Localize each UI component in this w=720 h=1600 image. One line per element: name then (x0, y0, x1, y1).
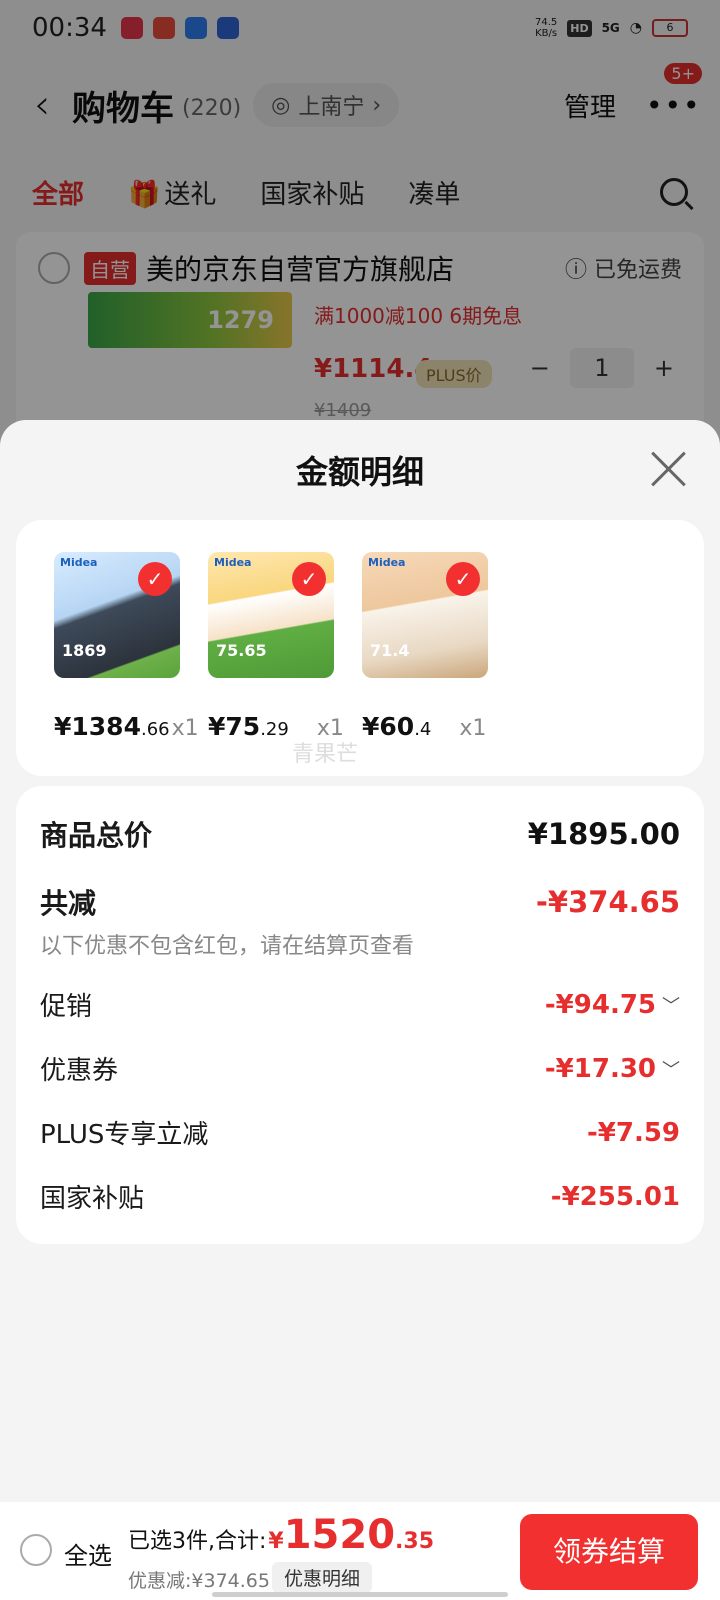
product-item[interactable]: Midea 1869 ✓ ¥1384.66 x1 (54, 552, 199, 741)
coupon-value-wrap: -¥17.30 ﹀ (545, 1054, 680, 1084)
thumb-price: 75.65 (216, 641, 267, 660)
promo-value: -¥94.75 (544, 989, 656, 1020)
chevron-down-icon: ﹀ (662, 1059, 680, 1081)
close-icon[interactable] (650, 450, 688, 488)
plus-value: -¥7.59 (586, 1117, 680, 1148)
sheet-title: 金额明细 (295, 453, 424, 491)
product-price: ¥75 (208, 712, 261, 741)
product-thumbnail: Midea 71.4 ✓ (362, 552, 488, 678)
promo-value-wrap: -¥94.75 ﹀ (545, 990, 680, 1020)
product-price-row: ¥60.4 x1 (362, 712, 502, 741)
checkout-bar: 全选 已选3件,合计: ¥ 1520 .35 优惠减:¥374.65 优惠明细 … (0, 1502, 720, 1600)
select-all-label[interactable]: 全选 (64, 1536, 112, 1571)
subsidy-label: 国家补贴 (40, 1184, 145, 1214)
thumb-price: 71.4 (370, 641, 410, 660)
total-amount-decimal: .35 (395, 1529, 435, 1554)
product-qty: x1 (171, 716, 199, 741)
coupon-row[interactable]: 优惠券 -¥17.30 ﹀ (40, 1050, 680, 1087)
check-icon: ✓ (292, 562, 326, 596)
promo-label: 促销 (40, 992, 93, 1022)
discount-detail-button[interactable]: 优惠明细 (272, 1562, 373, 1593)
product-item[interactable]: Midea 75.65 ✓ ¥75.29 x1 (208, 552, 348, 741)
select-all-radio[interactable] (20, 1534, 52, 1566)
total-amount-label: 已选3件,合计: (128, 1529, 267, 1554)
product-price-decimal: .4 (414, 719, 432, 740)
subsidy-row: 国家补贴 -¥255.01 (40, 1178, 680, 1215)
product-qty: x1 (459, 716, 487, 741)
watermark: 青果芒 (292, 742, 359, 767)
total-row: 商品总价 ¥1895.00 (40, 814, 680, 854)
reduce-row: 共减 -¥374.65 (40, 882, 680, 922)
selected-products-card: Midea 1869 ✓ ¥1384.66 x1 Midea 75.65 ✓ ¥7… (16, 520, 704, 776)
amount-detail-sheet: 金额明细 Midea 1869 ✓ ¥1384.66 x1 Midea 75.65… (0, 420, 720, 1600)
product-item[interactable]: Midea 71.4 ✓ ¥60.4 x1 (362, 552, 502, 741)
home-indicator[interactable] (212, 1592, 508, 1597)
total-value: ¥1895.00 (527, 817, 680, 851)
brand-logo: Midea (368, 556, 406, 569)
brand-logo: Midea (60, 556, 98, 569)
currency-symbol: ¥ (268, 1529, 284, 1554)
subsidy-value: -¥255.01 (550, 1181, 680, 1212)
plus-label: PLUS专享立减 (40, 1120, 209, 1150)
coupon-value: -¥17.30 (544, 1053, 656, 1084)
checkout-button[interactable]: 领券结算 (520, 1514, 698, 1590)
product-thumbnail: Midea 75.65 ✓ (208, 552, 334, 678)
check-icon: ✓ (138, 562, 172, 596)
price-summary-card: 商品总价 ¥1895.00 共减 -¥374.65 以下优惠不包含红包，请在结算… (16, 786, 704, 1244)
chevron-down-icon: ﹀ (662, 995, 680, 1017)
total-label: 商品总价 (40, 819, 153, 852)
product-price: ¥1384 (54, 712, 141, 741)
plus-row: PLUS专享立减 -¥7.59 (40, 1114, 680, 1151)
thumb-price: 1869 (62, 641, 107, 660)
brand-logo: Midea (214, 556, 252, 569)
discount-summary: 优惠减:¥374.65 (128, 1570, 270, 1592)
total-amount-value: 1520 (283, 1512, 396, 1558)
product-price-decimal: .29 (260, 719, 289, 740)
check-icon: ✓ (446, 562, 480, 596)
product-thumbnail: Midea 1869 ✓ (54, 552, 180, 678)
product-price: ¥60 (362, 712, 415, 741)
product-price-decimal: .66 (140, 719, 170, 740)
product-price-row: ¥1384.66 x1 (54, 712, 199, 741)
sheet-header: 金额明细 (0, 420, 720, 520)
promo-row[interactable]: 促销 -¥94.75 ﹀ (40, 986, 680, 1023)
reduce-label: 共减 (40, 887, 97, 920)
reduce-note: 以下优惠不包含红包，请在结算页查看 (40, 934, 415, 959)
coupon-label: 优惠券 (40, 1056, 119, 1086)
reduce-value: -¥374.65 (535, 885, 680, 919)
total-amount: 已选3件,合计: ¥ 1520 .35 (128, 1512, 434, 1558)
